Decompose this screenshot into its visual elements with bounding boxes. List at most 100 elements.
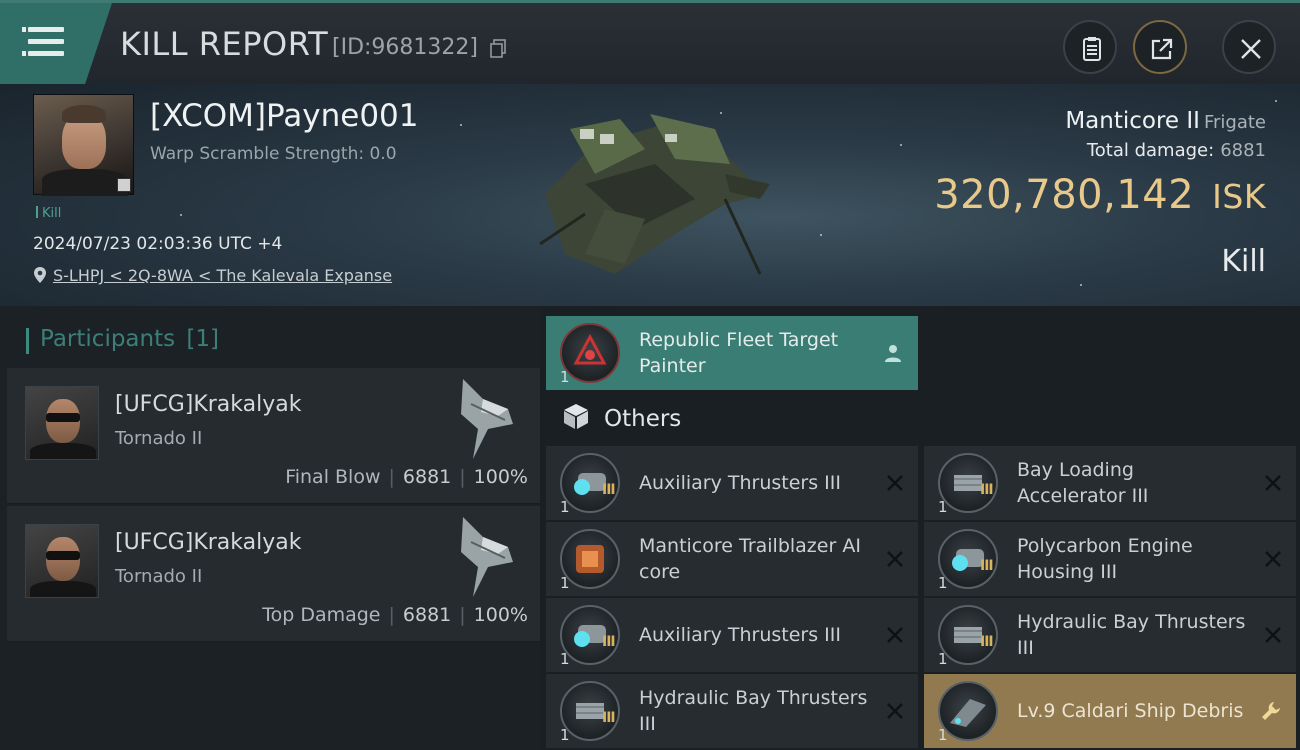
ship-name-text: Manticore II: [1065, 108, 1200, 134]
item-qty: 1: [560, 650, 570, 668]
victim-name[interactable]: [XCOM]Payne001: [150, 98, 419, 134]
total-damage: Total damage: 6881: [1087, 140, 1266, 161]
item-qty: 1: [560, 574, 570, 592]
isk-unit: ISK: [1212, 177, 1266, 216]
item-qty: 1: [938, 726, 948, 744]
stat-label: Top Damage: [262, 604, 381, 626]
destroyed-x-icon: [1265, 475, 1281, 491]
clipboard-icon: [1083, 37, 1101, 61]
kill-location[interactable]: S-LHPJ < 2Q-8WA < The Kalevala Expanse: [33, 266, 392, 285]
ship-class: Frigate: [1203, 112, 1266, 133]
stat-damage: 6881: [402, 466, 452, 488]
page-title: KILL REPORT: [120, 25, 329, 63]
clipboard-button[interactable]: [1063, 20, 1117, 74]
item-tier: III: [602, 482, 616, 498]
participant-ship: Tornado II: [115, 566, 203, 587]
item-tier: III: [602, 634, 616, 650]
participant-name: [UFCG]Krakalyak: [115, 530, 302, 555]
item-qty: 1: [938, 650, 948, 668]
menu-button[interactable]: [0, 3, 112, 84]
item-tier: III: [602, 710, 616, 726]
menu-icon-line: [22, 51, 64, 56]
item-qty: 1: [938, 574, 948, 592]
tornado-ship-icon: [461, 517, 513, 597]
result-label: Kill: [1221, 244, 1266, 279]
item-qty: 1: [560, 726, 570, 744]
participants-count: [1]: [186, 326, 220, 352]
participant-row[interactable]: [UFCG]Krakalyak Tornado II Final Blow | 68…: [7, 368, 540, 504]
item-name: Lv.9 Caldari Ship Debris: [1017, 700, 1244, 722]
item-qty: 1: [560, 368, 570, 386]
stat-percent: 100%: [473, 466, 528, 488]
destroyed-x-icon: [887, 703, 903, 719]
item-tier: III: [980, 634, 994, 650]
destroyed-x-icon: [887, 627, 903, 643]
participant-avatar[interactable]: [25, 524, 99, 598]
item-row[interactable]: III 1 Auxiliary Thrusters III: [546, 598, 918, 672]
share-button[interactable]: [1133, 20, 1187, 74]
item-name: Polycarbon Engine Housing III: [1017, 535, 1193, 583]
destroyed-x-icon: [1265, 627, 1281, 643]
item-row[interactable]: III 1 Bay Loading Accelerator III: [924, 446, 1296, 520]
isk-amount: 320,780,142: [934, 172, 1195, 218]
kill-tag: Kill: [36, 206, 61, 221]
isk-value: 320,780,142 ISK: [934, 172, 1266, 218]
wrench-icon: [1262, 702, 1280, 720]
report-id: [ID:9681322]: [332, 35, 478, 60]
warp-scramble-strength: Warp Scramble Strength: 0.0: [150, 144, 397, 164]
item-row-debris[interactable]: 1 Lv.9 Caldari Ship Debris: [924, 674, 1296, 748]
total-damage-label: Total damage:: [1086, 140, 1215, 161]
menu-icon: [22, 27, 64, 32]
close-button[interactable]: [1222, 20, 1276, 74]
participants-label: Participants: [40, 326, 176, 352]
item-name: Republic Fleet Target Painter: [639, 329, 839, 377]
victim-ship[interactable]: Manticore II Frigate: [1065, 108, 1266, 134]
header-bar: KILL REPORT [ID:9681322]: [0, 0, 1300, 84]
close-icon: [1241, 39, 1261, 59]
copy-icon[interactable]: [490, 39, 506, 58]
participants-title: Participants [1]: [25, 326, 220, 354]
stat-percent: 100%: [473, 604, 528, 626]
share-icon: [1151, 38, 1173, 60]
item-row[interactable]: III 1 Polycarbon Engine Housing III: [924, 522, 1296, 596]
item-target-painter[interactable]: 1 Republic Fleet Target Painter: [546, 316, 918, 390]
item-name: Manticore Trailblazer AI core: [639, 535, 861, 583]
tornado-ship-icon: [461, 379, 513, 459]
stat-damage: 6881: [402, 604, 452, 626]
item-name: Bay Loading Accelerator III: [1017, 459, 1149, 507]
item-row[interactable]: III 1 Auxiliary Thrusters III: [546, 446, 918, 520]
menu-icon-line: [28, 39, 64, 44]
participant-stats: Top Damage | 6881 | 100%: [262, 604, 528, 626]
item-row[interactable]: III 1 Hydraulic Bay Thrusters III: [924, 598, 1296, 672]
item-qty: 1: [560, 498, 570, 516]
cube-icon: [564, 404, 588, 429]
item-row[interactable]: III 1 Hydraulic Bay Thrusters III: [546, 674, 918, 748]
item-name: Auxiliary Thrusters III: [639, 472, 841, 494]
participant-avatar[interactable]: [25, 386, 99, 460]
participants-panel: Participants [1] [UFCG]Krakalyak Tornado…: [0, 306, 540, 750]
menu-badge-icon: [117, 178, 131, 192]
destroyed-x-icon: [887, 475, 903, 491]
item-qty: 1: [938, 498, 948, 516]
item-name: Hydraulic Bay Thrusters III: [639, 687, 868, 735]
others-label: Others: [604, 406, 682, 432]
item-tier: III: [980, 482, 994, 498]
location-link[interactable]: S-LHPJ < 2Q-8WA < The Kalevala Expanse: [53, 266, 392, 285]
victim-banner: [XCOM]Payne001 Warp Scramble Strength: 0…: [0, 84, 1300, 306]
item-name: Auxiliary Thrusters III: [639, 624, 841, 646]
victim-avatar[interactable]: [33, 94, 134, 196]
destroyed-x-icon: [1265, 551, 1281, 567]
item-name: Hydraulic Bay Thrusters III: [1017, 611, 1246, 659]
person-icon: [885, 345, 901, 362]
ship-image-icon: [539, 114, 770, 275]
item-row[interactable]: 1 Manticore Trailblazer AI core: [546, 522, 918, 596]
items-panel: 1 Republic Fleet Target Painter Others I…: [540, 306, 1300, 750]
total-damage-value: 6881: [1220, 140, 1266, 161]
participant-ship: Tornado II: [115, 428, 203, 449]
stat-label: Final Blow: [285, 466, 381, 488]
others-section-title: Others: [562, 402, 681, 432]
kill-timestamp: 2024/07/23 02:03:36 UTC +4: [33, 234, 283, 254]
location-pin-icon: [34, 267, 46, 283]
destroyed-x-icon: [887, 551, 903, 567]
participant-row[interactable]: [UFCG]Krakalyak Tornado II Top Damage | 68…: [7, 506, 540, 642]
